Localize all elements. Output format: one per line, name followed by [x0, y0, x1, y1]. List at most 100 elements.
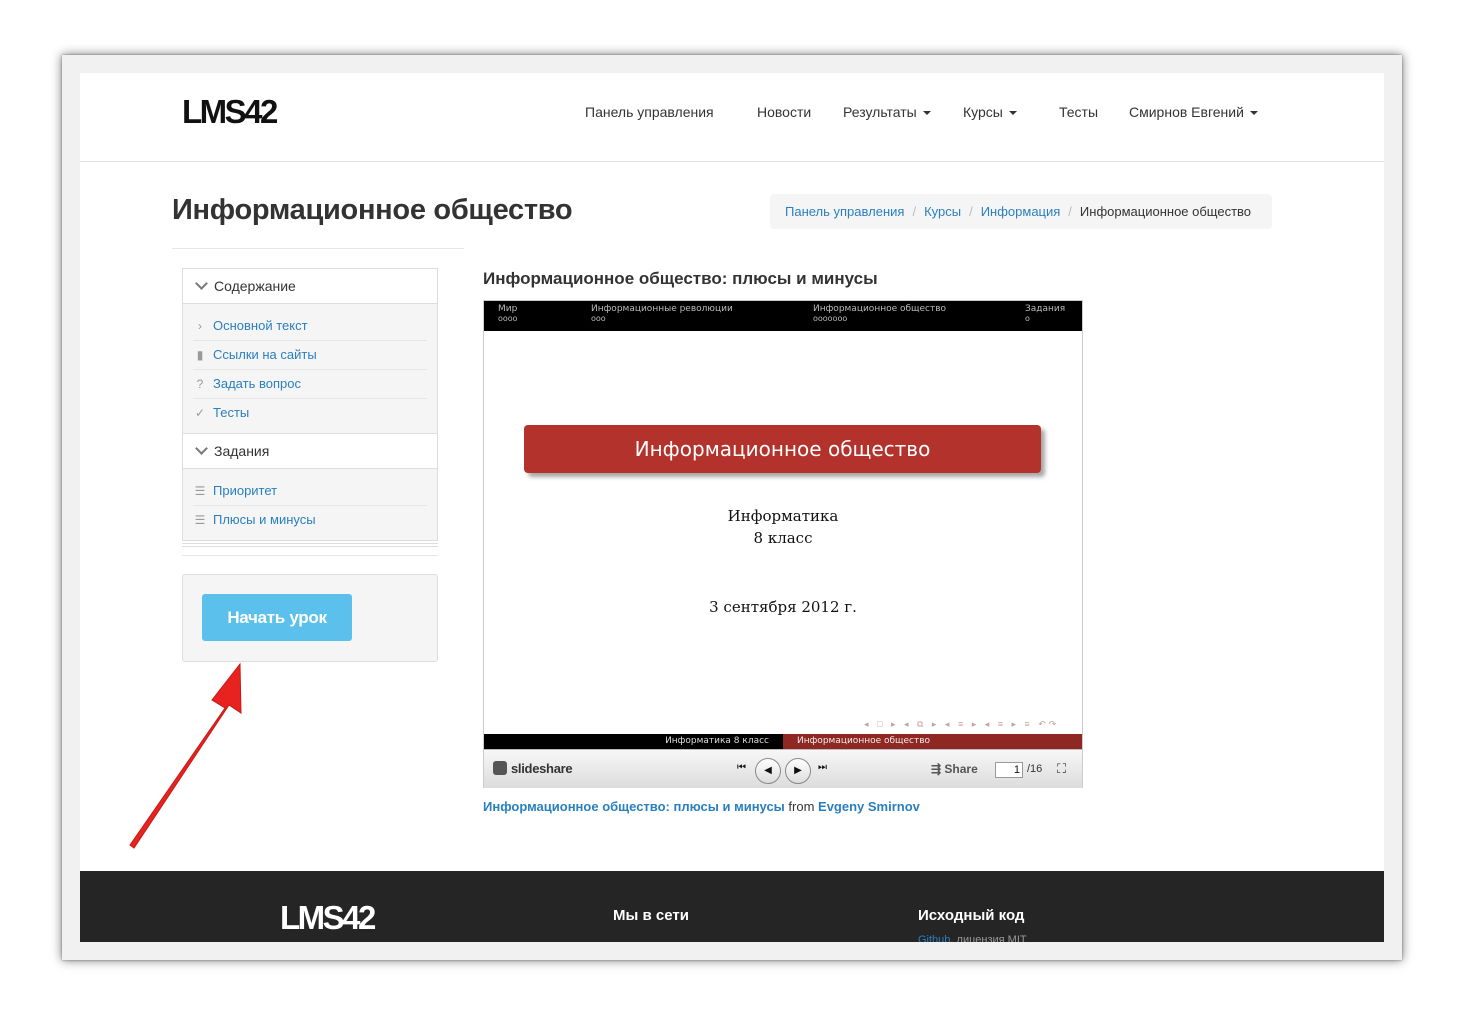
- nav-courses-dropdown[interactable]: Курсы: [963, 104, 1017, 120]
- slide-footer-bar: Информатика 8 класс Информационное общес…: [484, 734, 1082, 749]
- breadcrumb-separator: /: [969, 204, 973, 219]
- sidebar-item-label: Задать вопрос: [213, 376, 301, 391]
- contents-header[interactable]: Содержание: [183, 269, 437, 304]
- presentation-credit: Информационное общество: плюсы и минусы …: [483, 799, 920, 814]
- nav-user-label: Смирнов Евгений: [1129, 104, 1244, 120]
- breadcrumb: Панель управления / Курсы / Информация / Инфор…: [770, 194, 1272, 229]
- page-title: Информационное общество: [172, 194, 573, 226]
- nav-tests[interactable]: Тесты: [1059, 104, 1098, 120]
- nav-news[interactable]: Новости: [757, 104, 811, 120]
- previous-slide-button[interactable]: ◀: [755, 758, 781, 784]
- slide-section: Мир oooo: [498, 304, 518, 324]
- slide-page-total: /16: [1027, 763, 1043, 775]
- sidebar-item-pros-cons[interactable]: ☰ Плюсы и минусы: [193, 506, 427, 534]
- slide-section-name: Мир: [498, 304, 518, 314]
- breadcrumb-separator: /: [1068, 204, 1072, 219]
- chevron-down-icon: [195, 277, 208, 290]
- sidebar-item-main-text[interactable]: › Основной текст: [193, 312, 427, 341]
- nav-results-label: Результаты: [843, 104, 917, 120]
- breadcrumb-current: Информационное общество: [1079, 204, 1252, 219]
- slide-section: Информационное общество ooooooo: [813, 304, 946, 324]
- contents-list: › Основной текст ▮ Ссылки на сайты ? Задать…: [183, 304, 437, 433]
- slide-section: Задания o: [1025, 304, 1065, 324]
- fullscreen-icon[interactable]: ⛶: [1057, 761, 1066, 777]
- slide-section-dots: oooo: [498, 314, 518, 323]
- slide-section-name: Задания: [1025, 304, 1066, 314]
- nav-courses-label: Курсы: [963, 104, 1003, 120]
- presentation-heading: Информационное общество: плюсы и минусы: [483, 269, 878, 288]
- share-label: Share: [944, 762, 978, 776]
- slide-section-dots: ooo: [591, 314, 606, 323]
- browser-page: LMS42 Панель управления Новости Результа…: [80, 73, 1384, 942]
- footer-source-text: Github, лицензия MIT: [918, 934, 1027, 942]
- nav-results-dropdown[interactable]: Результаты: [843, 104, 931, 120]
- list-icon: ☰: [194, 513, 206, 527]
- title-divider: [172, 248, 464, 249]
- tasks-header[interactable]: Задания: [183, 433, 437, 469]
- start-lesson-well: Начать урок: [182, 574, 438, 662]
- breadcrumb-information[interactable]: Информация: [981, 204, 1061, 219]
- breadcrumb-dashboard[interactable]: Панель управления: [785, 204, 904, 219]
- last-slide-icon[interactable]: ⏭: [818, 762, 827, 773]
- question-icon: ?: [196, 377, 204, 391]
- footer-social-title: Мы в сети: [613, 907, 689, 924]
- share-button[interactable]: ⇶ Share: [931, 762, 978, 776]
- slide-view[interactable]: Мир oooo Информационные революции ooo Инфо…: [484, 301, 1082, 749]
- slideshare-player: Мир oooo Информационные революции ooo Инфо…: [483, 300, 1083, 788]
- top-navbar: LMS42 Панель управления Новости Результа…: [80, 73, 1384, 162]
- author-link[interactable]: Evgeny Smirnov: [818, 799, 920, 814]
- tasks-header-label: Задания: [214, 443, 270, 459]
- sidebar-item-label: Тесты: [213, 405, 250, 420]
- tasks-list: ☰ Приоритет ☰ Плюсы и минусы: [183, 469, 437, 540]
- contents-header-label: Содержание: [214, 278, 296, 294]
- site-logo[interactable]: LMS42: [182, 93, 278, 131]
- sidebar-item-ask-question[interactable]: ? Задать вопрос: [193, 370, 427, 399]
- footer-logo: LMS42: [280, 899, 376, 936]
- chevron-right-icon: ›: [198, 319, 202, 333]
- sidebar-divider: [182, 555, 438, 556]
- nav-dashboard[interactable]: Панель управления: [585, 104, 714, 120]
- breadcrumb-separator: /: [912, 204, 917, 219]
- caret-down-icon: [1008, 111, 1017, 116]
- slideshare-brand: slideshare: [511, 761, 573, 776]
- sidebar-item-priority[interactable]: ☰ Приоритет: [193, 477, 427, 506]
- nav-user-dropdown[interactable]: Смирнов Евгений: [1129, 104, 1258, 120]
- sidebar-item-label: Приоритет: [213, 483, 278, 498]
- caret-down-icon: [922, 111, 931, 116]
- screenshot-frame: LMS42 Панель управления Новости Результа…: [62, 55, 1402, 960]
- slide-section: Информационные революции ooo: [591, 304, 733, 324]
- sidebar-item-links[interactable]: ▮ Ссылки на сайты: [193, 341, 427, 370]
- player-controls: slideshare ⏮ ◀ ▶ ⏭ ⇶ Share 1 /16 ⛶: [484, 749, 1082, 788]
- credit-from: from: [788, 799, 815, 814]
- share-icon: ⇶: [931, 762, 945, 776]
- footer-source-title: Исходный код: [918, 907, 1025, 924]
- caret-down-icon: [1249, 111, 1258, 116]
- first-slide-icon[interactable]: ⏮: [737, 762, 746, 773]
- slide-section-dots: ooooooo: [813, 314, 848, 323]
- breadcrumb-courses[interactable]: Курсы: [924, 204, 961, 219]
- slide-date: 3 сентября 2012 г.: [709, 598, 857, 616]
- slide-section-dots: o: [1025, 314, 1030, 323]
- next-slide-button[interactable]: ▶: [785, 758, 811, 784]
- slideshare-icon: [493, 761, 507, 775]
- slide-section-name: Информационное общество: [813, 304, 947, 314]
- list-icon: ☰: [194, 484, 206, 498]
- slide-footer-right-text: Информационное общество: [797, 736, 931, 746]
- check-icon: ✓: [194, 406, 206, 420]
- sidebar-item-label: Ссылки на сайты: [213, 347, 317, 362]
- slide-footer-left: Информатика 8 класс: [484, 734, 783, 749]
- slide-footer-right: Информационное общество: [783, 734, 1082, 749]
- sidebar-item-label: Плюсы и минусы: [213, 512, 316, 527]
- sidebar-item-tests[interactable]: ✓ Тесты: [193, 399, 427, 427]
- license-text: , лицензия MIT: [950, 934, 1027, 942]
- slideshare-logo[interactable]: slideshare: [493, 761, 573, 776]
- start-lesson-button[interactable]: Начать урок: [202, 594, 352, 641]
- slide-footer-left-text: Информатика 8 класс: [665, 736, 769, 746]
- github-link[interactable]: Github: [918, 934, 950, 942]
- lesson-contents-panel: Содержание › Основной текст ▮ Ссылки на са…: [182, 268, 438, 541]
- slide-grade: 8 класс: [753, 529, 813, 547]
- lesson-sidebar: Содержание › Основной текст ▮ Ссылки на са…: [182, 268, 438, 662]
- presentation-link[interactable]: Информационное общество: плюсы и минусы: [483, 799, 785, 814]
- slide-page-input[interactable]: 1: [995, 762, 1023, 778]
- slide-title-block: Информационное общество: [524, 425, 1041, 473]
